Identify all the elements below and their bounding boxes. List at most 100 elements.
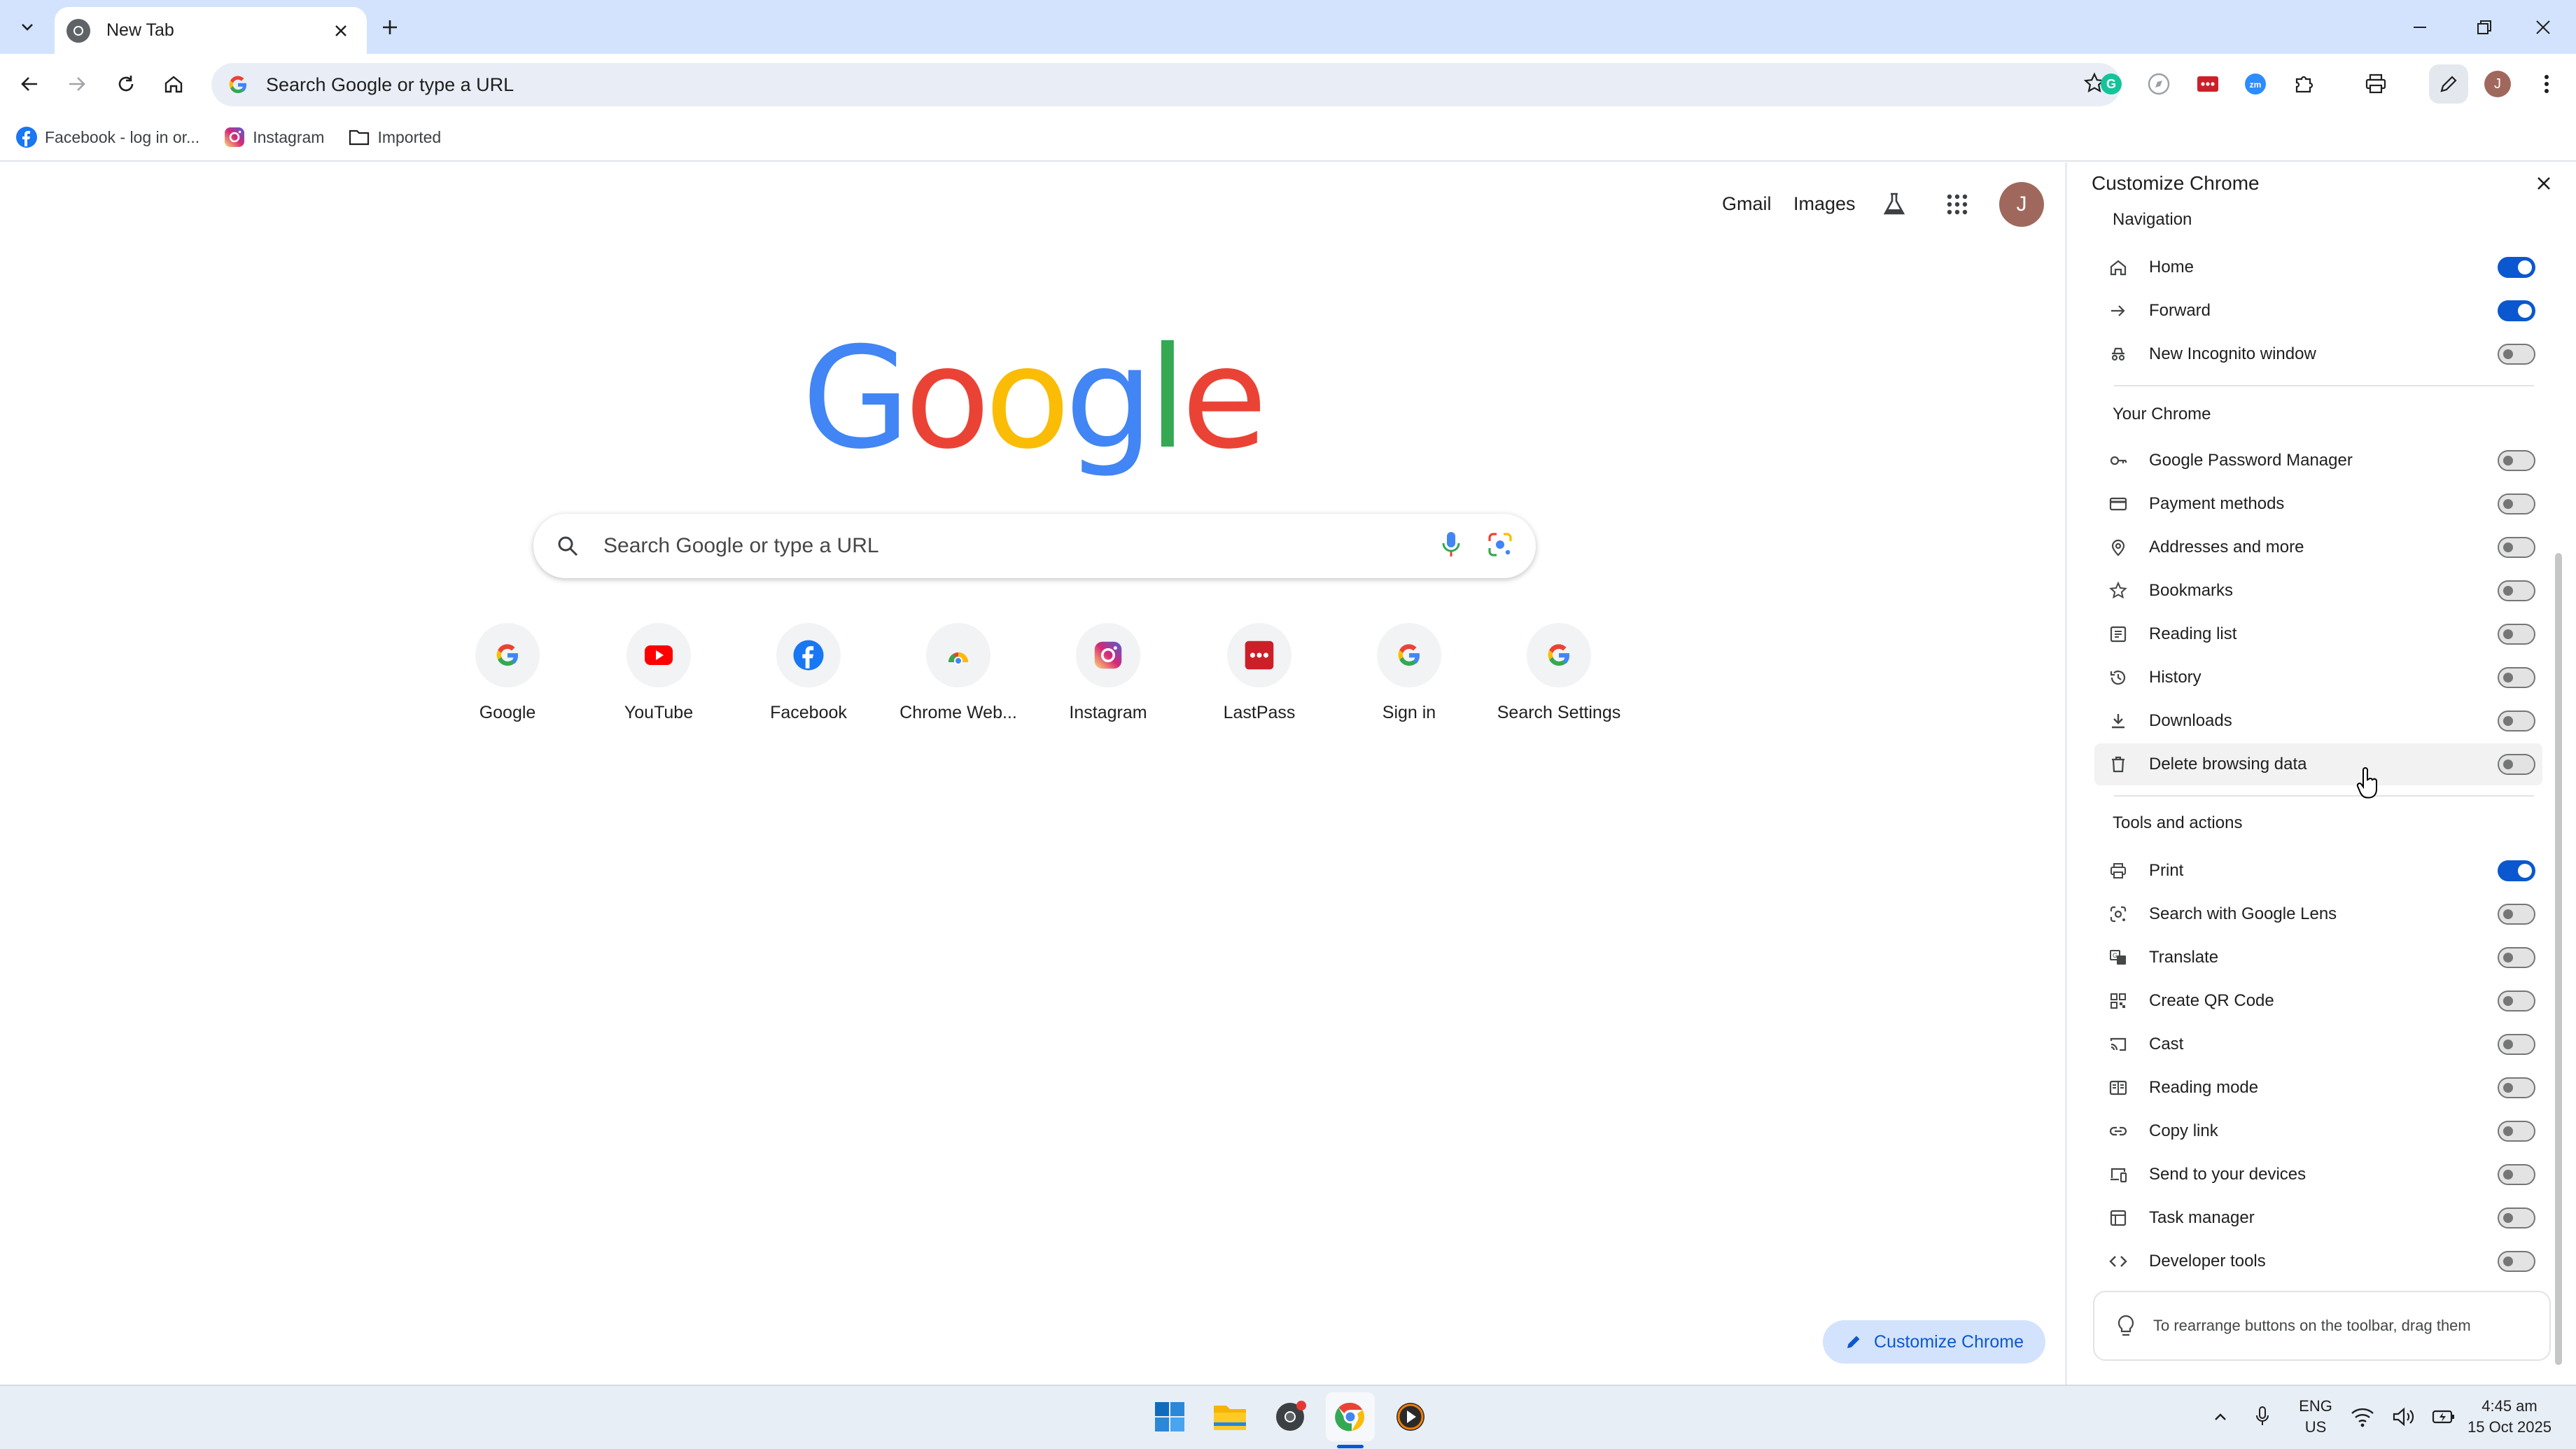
bookmark-instagram[interactable]: Instagram xyxy=(216,120,331,154)
toggle-switch[interactable] xyxy=(2498,1077,2535,1098)
download-icon xyxy=(2107,710,2129,732)
toggle-switch[interactable] xyxy=(2498,1208,2535,1228)
option-payment-methods[interactable]: Payment methods xyxy=(2094,483,2542,525)
toggle-switch[interactable] xyxy=(2498,1251,2535,1272)
tab-close-button[interactable] xyxy=(329,19,353,43)
home-button[interactable] xyxy=(154,64,193,104)
customize-chrome-button[interactable]: Customize Chrome xyxy=(1823,1320,2045,1364)
toggle-switch[interactable] xyxy=(2498,1164,2535,1185)
window-minimize-button[interactable] xyxy=(2402,10,2437,45)
option-print[interactable]: Print xyxy=(2094,850,2542,892)
shortcut-instagram[interactable]: Instagram xyxy=(1035,623,1182,749)
window-restore-button[interactable] xyxy=(2467,10,2502,45)
option-downloads[interactable]: Downloads xyxy=(2094,700,2542,742)
option-addresses-and-more[interactable]: Addresses and more xyxy=(2094,526,2542,568)
extension-lastpass-button[interactable] xyxy=(2188,64,2227,104)
shortcut-youtube[interactable]: YouTube xyxy=(585,623,732,749)
bookmark-folder-imported[interactable]: Imported xyxy=(341,120,448,154)
bookmark-facebook[interactable]: Facebook - log in or... xyxy=(8,120,206,154)
toggle-switch[interactable] xyxy=(2498,710,2535,732)
tab-new-tab[interactable]: New Tab xyxy=(55,7,367,54)
google-apps-button[interactable] xyxy=(1940,188,1974,221)
extension-grammarly-button[interactable]: G xyxy=(2092,64,2131,104)
window-close-button[interactable] xyxy=(2526,10,2561,45)
forward-button[interactable] xyxy=(57,64,97,104)
images-link[interactable]: Images xyxy=(1793,193,1856,215)
toggle-switch[interactable] xyxy=(2498,904,2535,925)
option-reading-list[interactable]: Reading list xyxy=(2094,613,2542,655)
option-copy-link[interactable]: Copy link xyxy=(2094,1110,2542,1152)
toggle-switch[interactable] xyxy=(2498,860,2535,881)
option-new-incognito-window[interactable]: New Incognito window xyxy=(2094,333,2542,375)
extensions-button[interactable] xyxy=(2285,64,2324,104)
extension-zoom-button[interactable]: zm xyxy=(2236,64,2275,104)
quick-settings-button[interactable] xyxy=(2351,1400,2456,1434)
reload-button[interactable] xyxy=(106,64,146,104)
show-hidden-icons-button[interactable] xyxy=(2206,1401,2234,1432)
start-button[interactable] xyxy=(1145,1392,1194,1441)
omnibox[interactable]: Search Google or type a URL xyxy=(211,63,2121,106)
side-panel-close-button[interactable] xyxy=(2528,168,2559,199)
shortcut-chrome-web-store[interactable]: Chrome Web... xyxy=(885,623,1032,749)
option-home[interactable]: Home xyxy=(2094,246,2542,288)
taskbar-chrome[interactable] xyxy=(1326,1392,1375,1441)
customize-chrome-toolbar-button[interactable] xyxy=(2429,64,2468,104)
option-forward[interactable]: Forward xyxy=(2094,290,2542,332)
toggle-switch[interactable] xyxy=(2498,990,2535,1011)
chrome-menu-button[interactable] xyxy=(2527,64,2566,104)
shortcut-facebook[interactable]: Facebook xyxy=(735,623,882,749)
omnibox-input[interactable]: Search Google or type a URL xyxy=(266,74,2083,96)
ntp-search-input[interactable]: Search Google or type a URL xyxy=(603,534,1441,558)
option-delete-browsing-data[interactable]: Delete browsing data xyxy=(2094,743,2542,785)
option-developer-tools[interactable]: Developer tools xyxy=(2094,1240,2542,1282)
taskbar-media-player[interactable] xyxy=(1386,1392,1435,1441)
toggle-switch[interactable] xyxy=(2498,1121,2535,1142)
section-heading-tools-and-actions: Tools and actions xyxy=(2113,813,2243,832)
toggle-switch[interactable] xyxy=(2498,300,2535,321)
clock[interactable]: 4:45 am 15 Oct 2025 xyxy=(2457,1396,2562,1438)
option-search-with-google-lens[interactable]: Search with Google Lens xyxy=(2094,893,2542,935)
toggle-switch[interactable] xyxy=(2498,624,2535,645)
labs-button[interactable] xyxy=(1877,188,1911,221)
print-toolbar-button[interactable] xyxy=(2356,64,2395,104)
language-indicator[interactable]: ENG US xyxy=(2297,1396,2334,1438)
option-create-qr-code[interactable]: Create QR Code xyxy=(2094,980,2542,1022)
option-cast[interactable]: Cast xyxy=(2094,1023,2542,1065)
new-tab-button[interactable] xyxy=(372,10,407,45)
shortcut-google[interactable]: Google xyxy=(434,623,581,749)
voice-search-button[interactable] xyxy=(1441,531,1462,562)
option-translate[interactable]: G Translate xyxy=(2094,937,2542,979)
ntp-search-box[interactable]: Search Google or type a URL xyxy=(533,514,1536,578)
toggle-switch[interactable] xyxy=(2498,537,2535,558)
option-history[interactable]: History xyxy=(2094,657,2542,699)
toggle-switch[interactable] xyxy=(2498,257,2535,278)
shortcut-sign-in[interactable]: Sign in xyxy=(1336,623,1483,749)
option-send-to-your-devices[interactable]: Send to your devices xyxy=(2094,1154,2542,1196)
extension-compass-button[interactable] xyxy=(2139,64,2178,104)
toggle-switch[interactable] xyxy=(2498,450,2535,471)
microphone-tray-button[interactable] xyxy=(2248,1401,2276,1432)
shortcut-lastpass[interactable]: LastPass xyxy=(1186,623,1333,749)
toggle-switch[interactable] xyxy=(2498,754,2535,775)
profile-button[interactable]: J xyxy=(2478,64,2517,104)
toggle-switch[interactable] xyxy=(2498,947,2535,968)
toggle-switch[interactable] xyxy=(2498,667,2535,688)
taskbar-file-explorer[interactable] xyxy=(1205,1392,1254,1441)
shortcut-search-settings[interactable]: Search Settings xyxy=(1485,623,1632,749)
toggle-switch[interactable] xyxy=(2498,1034,2535,1055)
option-google-password-manager[interactable]: Google Password Manager xyxy=(2094,440,2542,482)
toggle-switch[interactable] xyxy=(2498,344,2535,365)
taskbar-chrome-alt[interactable] xyxy=(1266,1392,1315,1441)
tab-search-button[interactable] xyxy=(10,10,45,45)
option-label: Payment methods xyxy=(2149,494,2285,513)
option-task-manager[interactable]: Task manager xyxy=(2094,1197,2542,1239)
gmail-link[interactable]: Gmail xyxy=(1722,193,1772,215)
side-panel-scrollbar[interactable] xyxy=(2555,553,2562,1365)
google-lens-button[interactable] xyxy=(1487,531,1513,561)
back-button[interactable] xyxy=(10,64,49,104)
option-reading-mode[interactable]: Reading mode xyxy=(2094,1067,2542,1109)
toggle-switch[interactable] xyxy=(2498,580,2535,601)
option-bookmarks[interactable]: Bookmarks xyxy=(2094,570,2542,612)
toggle-switch[interactable] xyxy=(2498,493,2535,514)
ntp-account-avatar[interactable]: J xyxy=(1999,182,2044,227)
